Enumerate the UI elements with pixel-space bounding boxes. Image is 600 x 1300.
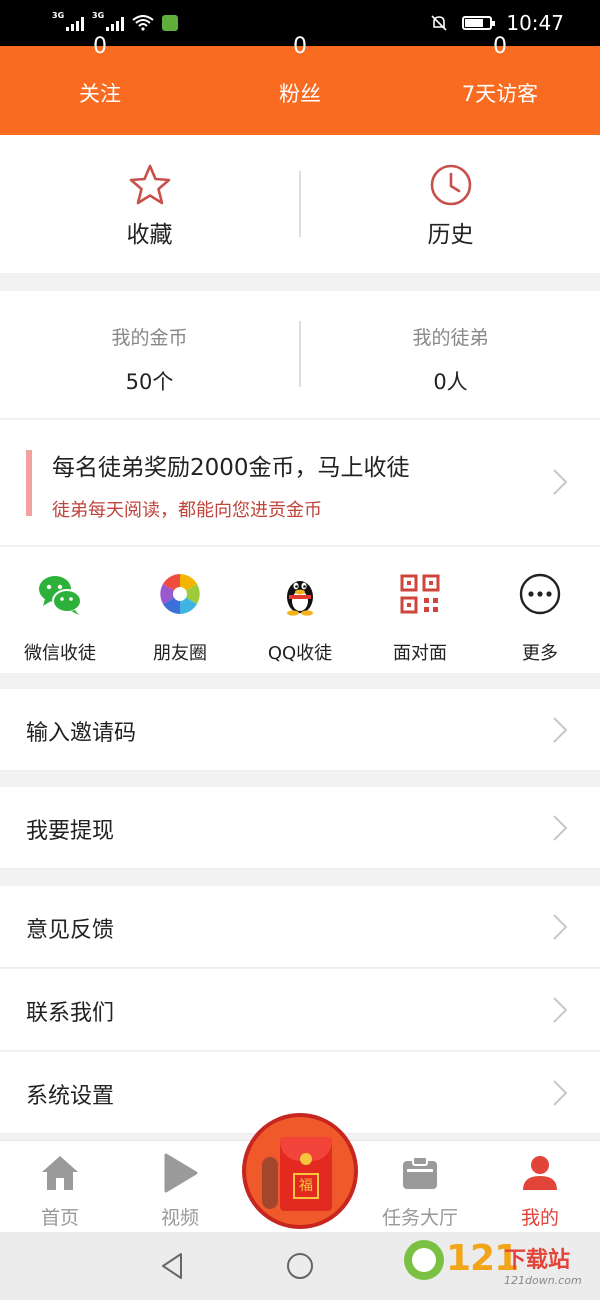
- home-icon: [42, 1156, 78, 1190]
- chevron-right-icon: [553, 1080, 568, 1106]
- clock-time: 10:47: [506, 11, 564, 35]
- chevron-right-icon: [553, 469, 568, 495]
- chevron-right-icon: [553, 717, 568, 743]
- tab-home[interactable]: 首页: [0, 1141, 120, 1232]
- tab-label: 我的: [520, 1207, 559, 1229]
- coins-label: 我的金币: [111, 327, 188, 349]
- favorites-button[interactable]: 收藏: [0, 135, 299, 273]
- stat-following[interactable]: 0 关注: [0, 36, 200, 135]
- tab-label: 任务大厅: [381, 1207, 458, 1229]
- user-icon: [523, 1156, 557, 1190]
- share-label: QQ收徒: [267, 643, 333, 664]
- coins-value: 50个: [125, 370, 174, 394]
- promo-subtitle: 徒弟每天阅读，都能向您进贡金币: [52, 500, 322, 521]
- menu-label: 系统设置: [26, 1084, 115, 1109]
- menu-label: 意见反馈: [26, 918, 115, 943]
- logo-ball-icon: [404, 1240, 444, 1280]
- red-packet-button[interactable]: 福: [242, 1113, 358, 1229]
- my-apprentices[interactable]: 我的徒弟 0人: [301, 291, 600, 418]
- stat-label: 7天访客: [461, 82, 539, 106]
- stat-value: 0: [293, 34, 307, 59]
- invite-promo-banner[interactable]: 每名徒弟奖励2000金币，马上收徒 徒弟每天阅读，都能向您进贡金币: [0, 420, 600, 546]
- share-wechat[interactable]: 微信收徒: [0, 547, 120, 673]
- person-illustration: [262, 1157, 278, 1209]
- fortune-badge: 福: [293, 1173, 319, 1199]
- profile-stats-header: 0 关注 0 粉丝 0 7天访客: [0, 36, 600, 135]
- task-icon: [403, 1156, 437, 1189]
- stat-visitors[interactable]: 0 7天访客: [400, 36, 600, 135]
- tab-mine[interactable]: 我的: [480, 1141, 600, 1232]
- watermark-text: 下载站: [504, 1248, 571, 1273]
- menu-contact-us[interactable]: 联系我们: [0, 969, 600, 1051]
- network-type: 3G: [92, 11, 105, 20]
- qrcode-icon: [400, 574, 440, 614]
- cell-signal-icon: 3G: [52, 11, 84, 31]
- apprentices-value: 0人: [433, 370, 468, 394]
- share-label: 面对面: [393, 643, 447, 664]
- tab-label: 首页: [40, 1207, 79, 1229]
- history-button[interactable]: 历史: [301, 135, 600, 273]
- stat-followers[interactable]: 0 粉丝: [200, 36, 400, 135]
- mute-bell-icon: [431, 15, 447, 31]
- star-icon: [129, 164, 170, 205]
- my-coins[interactable]: 我的金币 50个: [0, 291, 299, 418]
- wifi-icon: [132, 15, 154, 31]
- chevron-right-icon: [553, 815, 568, 841]
- menu-feedback[interactable]: 意见反馈: [0, 886, 600, 968]
- watermark-logo: 121 下载站 121down.com: [400, 1238, 590, 1296]
- share-qq[interactable]: QQ收徒: [240, 547, 360, 673]
- share-more[interactable]: 更多: [480, 547, 600, 673]
- stat-value: 0: [93, 34, 107, 59]
- menu-invite-code[interactable]: 输入邀请码: [0, 689, 600, 771]
- moments-icon: [160, 574, 200, 614]
- apprentices-label: 我的徒弟: [412, 327, 489, 349]
- stat-label: 粉丝: [279, 82, 321, 106]
- system-nav-bar: 121 下载站 121down.com: [0, 1232, 600, 1300]
- home-circle-icon[interactable]: [287, 1253, 313, 1279]
- history-label: 历史: [427, 222, 474, 248]
- menu-withdraw[interactable]: 我要提现: [0, 787, 600, 869]
- tab-video[interactable]: 视频: [120, 1141, 240, 1232]
- chevron-right-icon: [553, 997, 568, 1023]
- tab-task-hall[interactable]: 任务大厅: [360, 1141, 480, 1232]
- accent-bar: [26, 450, 32, 516]
- share-label: 朋友圈: [153, 643, 207, 664]
- menu-label: 联系我们: [26, 1001, 115, 1026]
- qq-penguin-icon: [287, 581, 313, 616]
- more-icon: [519, 573, 561, 615]
- coin-icon: [300, 1153, 312, 1165]
- share-label: 更多: [522, 643, 558, 664]
- stat-value: 0: [493, 34, 507, 59]
- play-icon: [164, 1153, 198, 1193]
- back-icon[interactable]: [160, 1252, 184, 1280]
- stat-label: 关注: [79, 82, 121, 106]
- watermark-url: 121down.com: [504, 1274, 582, 1287]
- wechat-icon: [39, 576, 82, 615]
- favorites-label: 收藏: [126, 222, 173, 248]
- share-options: 微信收徒 朋友圈 QQ收徒 面对面 更多: [0, 547, 600, 673]
- tab-label: 视频: [160, 1207, 199, 1229]
- account-stats-card: 我的金币 50个 我的徒弟 0人: [0, 291, 600, 419]
- shortcut-card: 收藏 历史: [0, 135, 600, 273]
- promo-title: 每名徒弟奖励2000金币，马上收徒: [52, 455, 410, 481]
- network-type: 3G: [52, 11, 65, 20]
- cell-signal-icon: 3G: [92, 11, 124, 31]
- chevron-right-icon: [553, 914, 568, 940]
- share-moments[interactable]: 朋友圈: [120, 547, 240, 673]
- share-face-to-face[interactable]: 面对面: [360, 547, 480, 673]
- share-label: 微信收徒: [24, 643, 96, 664]
- battery-icon: [462, 16, 496, 30]
- app-notification-icon: [162, 15, 178, 31]
- clock-icon: [430, 164, 471, 206]
- menu-label: 我要提现: [26, 819, 115, 844]
- menu-label: 输入邀请码: [26, 721, 137, 746]
